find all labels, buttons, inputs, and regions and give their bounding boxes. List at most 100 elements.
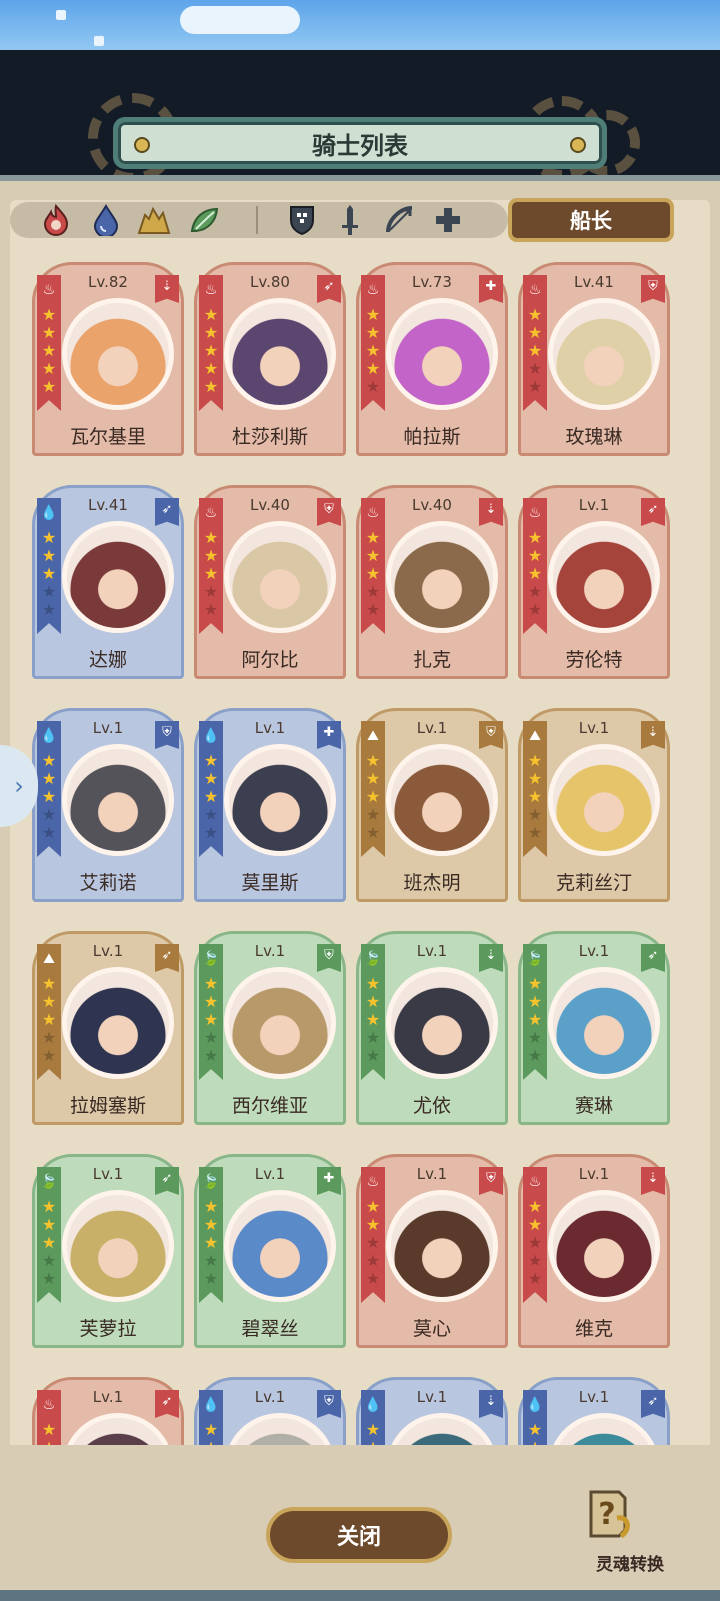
knight-portrait [391, 1195, 493, 1297]
knight-portrait [391, 972, 493, 1074]
star-icon: ★ [203, 823, 219, 842]
knight-portrait [67, 526, 169, 628]
star-rating: ★★★★★ [526, 530, 544, 618]
soul-convert-button[interactable]: ? 灵魂转换 [575, 1486, 685, 1576]
star-icon: ★ [41, 992, 57, 1011]
knight-card[interactable]: 💧★★★★★⛨Lv.1 [194, 1377, 346, 1445]
star-icon: ★ [203, 341, 219, 360]
star-icon: ★ [203, 528, 219, 547]
knight-card[interactable]: ♨ ★ ★ ★ ★ ★ ⛨ Lv.1 莫心 [356, 1154, 508, 1348]
knight-name: 帕拉斯 [403, 426, 461, 448]
knight-portrait [553, 1418, 655, 1445]
knight-card[interactable]: ♨ ★ ★ ★ ★ ★ ➶ Lv.1 劳伦特 [518, 485, 670, 679]
star-icon: ★ [527, 564, 543, 583]
svg-text:?: ? [598, 1497, 615, 1532]
knight-portrait-frame [224, 967, 336, 1079]
star-icon: ★ [41, 1197, 57, 1216]
knight-card[interactable]: 🍃 ★ ★ ★ ★ ★ ⇣ Lv.1 尤依 [356, 931, 508, 1125]
cloud [180, 6, 300, 34]
knight-card[interactable]: ⛰ ★ ★ ★ ★ ★ ⛨ Lv.1 班杰明 [356, 708, 508, 902]
knight-name: 莫心 [412, 1318, 451, 1340]
knight-portrait-frame [548, 744, 660, 856]
star-icon: ★ [365, 564, 381, 583]
knight-card[interactable]: 🍃 ★ ★ ★ ★ ★ ⛨ Lv.1 西尔维亚 [194, 931, 346, 1125]
knight-grid: ♨ ★ ★ ★ ★ ★ ⇣ Lv.82 瓦尔基里 ♨ ★ ★ ★ ★ ★ ➶ Lv.80 杜莎利斯 ♨ ★ ★ ★ ★ ★ ✚ L… [10, 250, 710, 1445]
star-rating: ★★★★★ [364, 307, 382, 395]
knight-card[interactable]: 🍃 ★ ★ ★ ★ ★ ✚ Lv.1 碧翠丝 [194, 1154, 346, 1348]
knight-portrait-frame [548, 1413, 660, 1445]
healer-class-filter-icon[interactable] [430, 202, 466, 238]
knight-level: Lv.41 [88, 496, 128, 514]
star-rating: ★★★★★ [526, 1199, 544, 1287]
knight-card[interactable]: 🍃 ★ ★ ★ ★ ★ ➶ Lv.1 芙萝拉 [32, 1154, 184, 1348]
star-icon: ★ [41, 323, 57, 342]
knight-level: Lv.1 [254, 1165, 286, 1183]
star-icon: ★ [203, 323, 219, 342]
knight-card[interactable]: 💧 ★ ★ ★ ★ ★ ✚ Lv.1 莫里斯 [194, 708, 346, 902]
star-icon: ★ [527, 974, 543, 993]
bow-class-filter-icon[interactable] [382, 202, 418, 238]
knight-name: 莫里斯 [241, 872, 299, 894]
knight-level: Lv.1 [578, 1165, 610, 1183]
knight-name: 艾莉诺 [79, 872, 137, 894]
knight-card[interactable]: ⛰ ★ ★ ★ ★ ★ ⇣ Lv.1 克莉丝汀 [518, 708, 670, 902]
knight-card[interactable]: ♨ ★ ★ ★ ★ ★ ⛨ Lv.41 玫瑰琳 [518, 262, 670, 456]
knight-card[interactable]: 💧 ★ ★ ★ ★ ★ ➶ Lv.41 达娜 [32, 485, 184, 679]
knight-level: Lv.1 [92, 942, 124, 960]
knight-portrait-frame [386, 967, 498, 1079]
star-icon: ★ [203, 546, 219, 565]
shield-class-filter-icon[interactable] [284, 202, 320, 238]
knight-card[interactable]: ♨★★★★★➶Lv.1 [32, 1377, 184, 1445]
knight-portrait [229, 1418, 331, 1445]
fire-element-filter-icon[interactable] [38, 202, 74, 238]
star-rating: ★★★★★ [364, 1422, 382, 1446]
star-icon: ★ [527, 323, 543, 342]
knight-name: 拉姆塞斯 [69, 1095, 146, 1117]
star-icon: ★ [365, 323, 381, 342]
star-icon: ★ [203, 359, 219, 378]
star-icon: ★ [203, 787, 219, 806]
knight-card[interactable]: ♨ ★ ★ ★ ★ ★ ⇣ Lv.1 维克 [518, 1154, 670, 1348]
star-icon: ★ [365, 528, 381, 547]
star-rating: ★★★★★ [526, 976, 544, 1064]
water-element-filter-icon[interactable] [88, 202, 124, 238]
sparkle [56, 10, 66, 20]
knight-portrait-frame [62, 744, 174, 856]
knight-portrait-frame [386, 298, 498, 410]
star-icon: ★ [527, 1233, 543, 1252]
wind-element-filter-icon[interactable] [186, 202, 222, 238]
knight-card[interactable]: ♨ ★ ★ ★ ★ ★ ➶ Lv.80 杜莎利斯 [194, 262, 346, 456]
knight-level: Lv.1 [578, 1388, 610, 1406]
close-button[interactable]: 关闭 [266, 1507, 452, 1563]
knight-card[interactable]: ♨ ★ ★ ★ ★ ★ ⛨ Lv.40 阿尔比 [194, 485, 346, 679]
star-icon: ★ [365, 377, 381, 396]
bottom-edge [0, 1590, 720, 1601]
knight-card[interactable]: 💧★★★★★➶Lv.1 [518, 1377, 670, 1445]
knight-card[interactable]: ♨ ★ ★ ★ ★ ★ ✚ Lv.73 帕拉斯 [356, 262, 508, 456]
knight-name: 芙萝拉 [79, 1318, 137, 1340]
star-icon: ★ [41, 769, 57, 788]
knight-card[interactable]: ⛰ ★ ★ ★ ★ ★ ➶ Lv.1 拉姆塞斯 [32, 931, 184, 1125]
knight-portrait-frame [224, 521, 336, 633]
sword-class-filter-icon[interactable] [332, 202, 368, 238]
star-rating: ★★★★★ [202, 307, 220, 395]
knight-card[interactable]: 💧★★★★★⇣Lv.1 [356, 1377, 508, 1445]
knight-name: 班杰明 [403, 872, 461, 894]
knight-portrait-frame [386, 1413, 498, 1445]
knight-portrait-frame [386, 521, 498, 633]
star-icon: ★ [41, 305, 57, 324]
knight-card[interactable]: 💧 ★ ★ ★ ★ ★ ⛨ Lv.1 艾莉诺 [32, 708, 184, 902]
star-icon: ★ [527, 305, 543, 324]
knight-name: 阿尔比 [241, 649, 299, 671]
earth-element-filter-icon[interactable] [136, 202, 172, 238]
knight-card[interactable]: ♨ ★ ★ ★ ★ ★ ⇣ Lv.82 瓦尔基里 [32, 262, 184, 456]
knight-portrait [391, 303, 493, 405]
knight-card[interactable]: 🍃 ★ ★ ★ ★ ★ ➶ Lv.1 赛琳 [518, 931, 670, 1125]
knight-portrait [67, 749, 169, 851]
captain-button[interactable]: 船长 [508, 198, 674, 242]
knight-portrait [553, 303, 655, 405]
knight-name: 碧翠丝 [241, 1318, 299, 1340]
knight-name: 克莉丝汀 [555, 872, 632, 894]
star-icon: ★ [365, 1197, 381, 1216]
knight-card[interactable]: ♨ ★ ★ ★ ★ ★ ⇣ Lv.40 扎克 [356, 485, 508, 679]
